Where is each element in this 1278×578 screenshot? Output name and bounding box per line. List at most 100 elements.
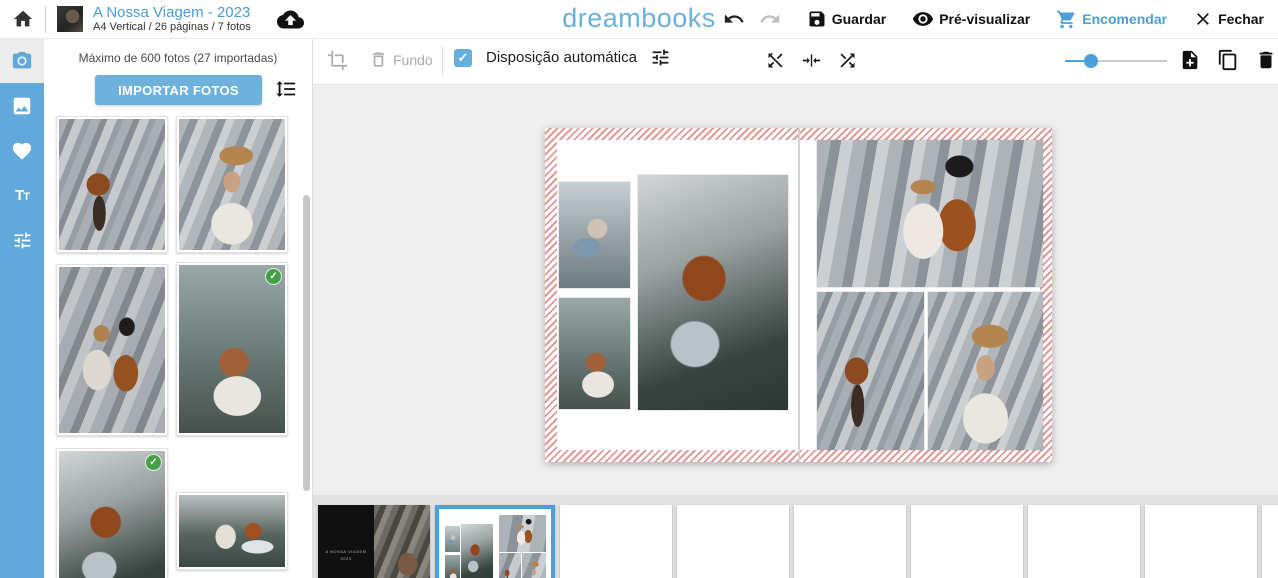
spread-photo[interactable] — [559, 182, 630, 288]
background-button[interactable]: Fundo — [369, 50, 433, 69]
save-button[interactable]: Guardar — [807, 9, 886, 29]
workspace: Fundo ✓ Disposição automática — [312, 38, 1278, 578]
text-tool-icon: TT — [15, 187, 29, 204]
spread-photo — [499, 515, 546, 552]
photo-thumbnail[interactable] — [56, 116, 168, 253]
camera-icon — [11, 50, 33, 72]
spread-photo — [445, 555, 460, 578]
order-button[interactable]: Encomendar — [1056, 9, 1167, 30]
project-title[interactable]: A Nossa Viagem - 2023 — [93, 4, 251, 22]
dreambooks-logo: dreambooks — [562, 3, 716, 34]
duplicate-page-button[interactable] — [1217, 49, 1239, 71]
topbar: A Nossa Viagem - 2023 A4 Vertical / 26 p… — [0, 0, 1278, 39]
shuffle-left-icon — [765, 50, 786, 71]
add-page-icon — [1179, 49, 1201, 71]
project-cover-thumbnail[interactable] — [57, 6, 83, 32]
sidebar-tab-layouts[interactable] — [0, 83, 44, 128]
sidebar-tab-photos[interactable] — [0, 38, 44, 83]
save-icon — [807, 9, 827, 29]
photo-thumbnail[interactable] — [176, 492, 288, 570]
book-spread[interactable] — [545, 128, 1052, 462]
spread-photo[interactable] — [559, 298, 630, 409]
auto-layout-checkbox[interactable]: ✓ — [454, 49, 472, 67]
filmstrip-blank[interactable] — [911, 505, 1023, 578]
toolbar-divider — [442, 46, 443, 76]
zoom-slider[interactable] — [1065, 53, 1167, 69]
filmstrip-blank[interactable] — [1145, 505, 1257, 578]
merge-pages-button[interactable] — [801, 50, 822, 71]
heart-icon — [11, 140, 33, 162]
filmstrip-spread-miniature — [442, 512, 548, 578]
spread-photo[interactable] — [928, 292, 1043, 450]
project-info: A Nossa Viagem - 2023 A4 Vertical / 26 p… — [93, 4, 251, 35]
filmstrip-blank[interactable] — [794, 505, 906, 578]
shuffle-photos-button[interactable] — [765, 50, 786, 71]
shuffle-layout-button[interactable] — [837, 50, 858, 71]
photo-thumbnail[interactable]: ✓ — [56, 448, 168, 578]
layout-shuffle-group — [765, 50, 858, 71]
filmstrip-spread-selected[interactable] — [435, 505, 555, 578]
shuffle-icon — [837, 50, 858, 71]
sidebar-rail: TT — [0, 38, 44, 578]
filmstrip-blank[interactable] — [1028, 505, 1140, 578]
close-button[interactable]: Fechar — [1193, 9, 1264, 29]
delete-page-button[interactable] — [1255, 49, 1277, 71]
spread-photo — [445, 526, 460, 553]
photo-panel: Máximo de 600 fotos (27 importadas) IMPO… — [44, 38, 312, 578]
spread-photo[interactable] — [817, 292, 924, 450]
spread-canvas — [313, 84, 1278, 505]
photobook-editor: { "colors": { "accent": "#4a9fd6", "ligh… — [0, 0, 1278, 578]
order-label: Encomendar — [1082, 11, 1167, 27]
topbar-divider — [45, 6, 46, 33]
background-label: Fundo — [393, 52, 433, 68]
photo-thumbnail[interactable] — [176, 116, 288, 253]
save-label: Guardar — [832, 11, 886, 27]
spread-photo — [499, 553, 521, 578]
redo-icon — [759, 8, 781, 30]
spread-photo — [461, 524, 492, 578]
add-page-button[interactable] — [1179, 49, 1201, 71]
undo-icon — [723, 8, 745, 30]
crop-button[interactable] — [327, 50, 348, 71]
cloud-sync-button[interactable] — [277, 6, 304, 33]
page-actions-group — [1179, 49, 1277, 71]
copy-icon — [1217, 49, 1239, 71]
tune-icon — [12, 230, 33, 251]
editor-toolbar: Fundo ✓ Disposição automática — [313, 38, 1278, 85]
auto-layout-toggle[interactable]: ✓ Disposição automática — [454, 47, 671, 68]
spread-fold-line — [798, 128, 800, 462]
cloud-upload-icon — [277, 6, 304, 33]
spread-photo[interactable] — [638, 175, 788, 410]
undo-button[interactable] — [723, 8, 745, 30]
zoom-slider-thumb[interactable] — [1084, 54, 1098, 68]
preview-button[interactable]: Pré-visualizar — [912, 8, 1030, 30]
layout-settings-icon[interactable] — [650, 47, 671, 68]
home-button[interactable] — [12, 8, 34, 30]
redo-button[interactable] — [759, 8, 781, 30]
photo-grid: ✓✓ — [44, 38, 312, 578]
close-icon — [1193, 9, 1213, 29]
photo-panel-scrollbar[interactable] — [303, 195, 310, 491]
cover-title-lines: A NOSSA VIAGEM2023 — [318, 549, 374, 562]
spread-photo — [522, 553, 546, 578]
sidebar-tab-text[interactable]: TT — [0, 173, 44, 218]
filmstrip-blank[interactable] — [560, 505, 672, 578]
spread-photo[interactable] — [817, 140, 1043, 287]
close-label: Fechar — [1218, 11, 1264, 27]
sidebar-tab-settings[interactable] — [0, 218, 44, 263]
topbar-actions: Guardar Pré-visualizar Encomendar Fechar — [723, 8, 1264, 30]
cover-photo — [374, 505, 430, 578]
merge-horizontal-icon — [801, 50, 822, 71]
photo-thumbnail[interactable]: ✓ — [176, 262, 288, 436]
delete-icon — [1255, 49, 1277, 71]
photo-used-check-icon: ✓ — [145, 454, 162, 471]
photo-thumbnail[interactable] — [56, 264, 168, 436]
photo-used-check-icon: ✓ — [265, 268, 282, 285]
home-icon — [12, 8, 34, 30]
sidebar-tab-favorites[interactable] — [0, 128, 44, 173]
filmstrip-cover[interactable]: A NOSSA VIAGEM2023 — [318, 505, 430, 578]
filmstrip-blank[interactable] — [1262, 505, 1278, 578]
image-icon — [11, 95, 33, 117]
trash-outline-icon — [369, 50, 388, 69]
filmstrip-blank[interactable] — [677, 505, 789, 578]
